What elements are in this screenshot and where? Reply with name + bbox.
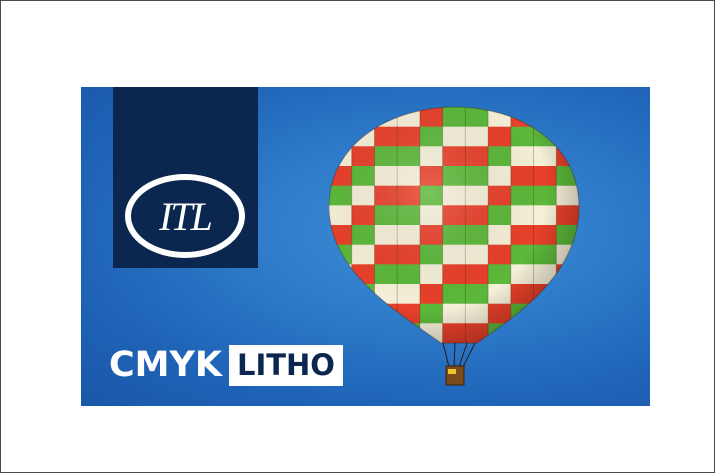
- brand-word-cmyk: CMYK: [109, 345, 222, 385]
- brand-word-litho: LITHO: [236, 347, 335, 382]
- hot-air-balloon-icon: [329, 106, 580, 386]
- brand-banner: ITL CMYK LITHO: [81, 87, 650, 406]
- brand-litho-box: LITHO: [228, 344, 343, 386]
- balloon-basket: [445, 365, 465, 386]
- balloon-ropes: [442, 342, 476, 368]
- itl-logo-text: ITL: [158, 194, 212, 239]
- brand-wordmark: CMYK LITHO: [109, 344, 343, 386]
- itl-logo-icon: ITL: [125, 174, 245, 258]
- itl-logo-box: ITL: [113, 87, 258, 268]
- page-frame: ITL CMYK LITHO: [0, 0, 715, 473]
